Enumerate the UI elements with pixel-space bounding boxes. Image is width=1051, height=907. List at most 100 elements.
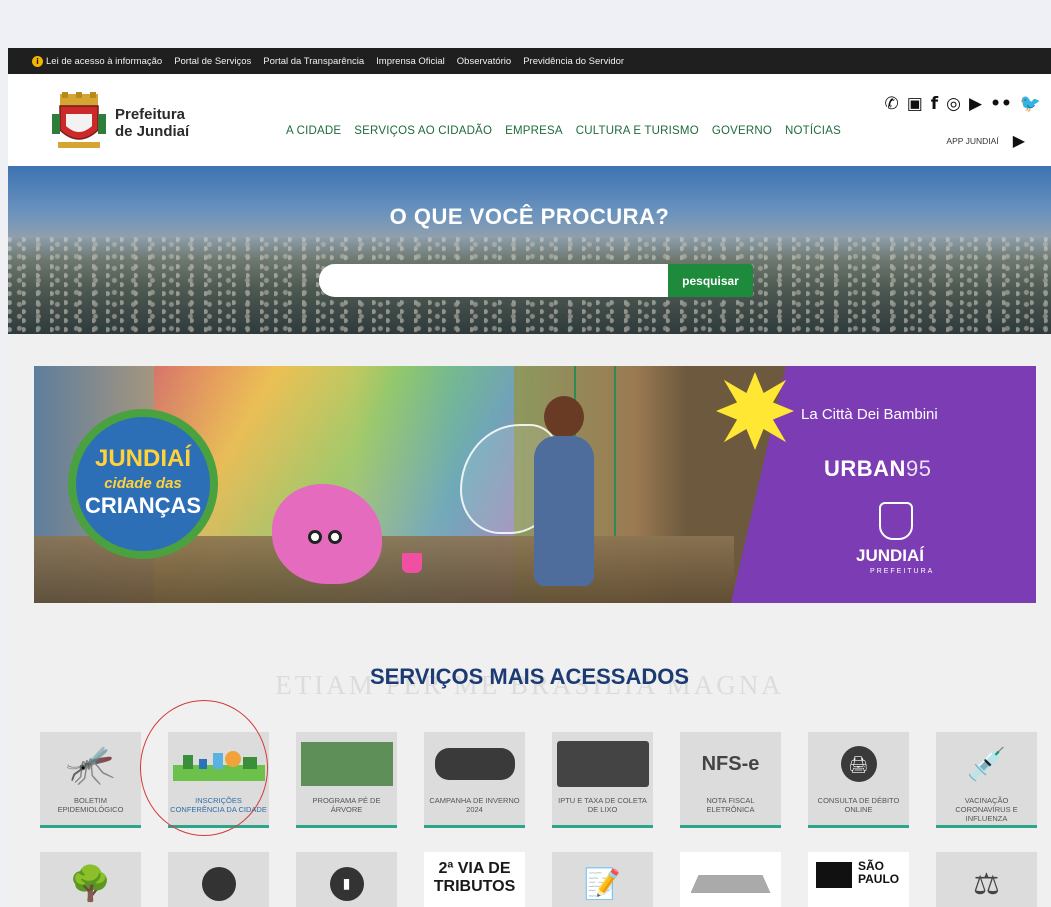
brand-line-1: Prefeitura [115, 106, 186, 123]
google-play-icon[interactable]: ▶ [1013, 131, 1025, 150]
tree-icon: 🌳 [69, 864, 112, 904]
sp-line-2: PAULO [858, 872, 900, 886]
nav-cultura-turismo[interactable]: CULTURA E TURISMO [576, 125, 699, 137]
social-links: ✆ ▣ f ◎ ▶ •• 🐦 [884, 94, 1041, 114]
prefeitura-logo-text: PREFEITURA [870, 568, 935, 575]
service-card-2via-tributos[interactable]: 2ª VIA DE TRIBUTOS [424, 852, 525, 907]
service-card-vacinacao[interactable]: 💉 VACINAÇÃO CORONAVÍRUS E INFLUENZA [936, 732, 1037, 828]
jundiai-crest-icon [879, 502, 913, 540]
globe-criancas: CRIANÇAS [84, 493, 202, 518]
jundiai-logo-text: JUNDIAÍ [856, 546, 925, 565]
service-card-row2-8[interactable]: ⚖ [936, 852, 1037, 907]
service-card-boletim[interactable]: 🦟 BOLETIM EPIDEMIOLÓGICO [40, 732, 141, 828]
info-icon: i [32, 55, 43, 67]
pe-de-arvore-logo [296, 740, 397, 788]
site-header: Prefeitura de Jundiaí A CIDADE SERVIÇOS … [8, 74, 1051, 166]
service-card-pe-de-arvore[interactable]: PROGRAMA PÉ DE ÁRVORE [296, 732, 397, 828]
service-card-row2-3[interactable]: ▮ [296, 852, 397, 907]
service-label: IPTU E TAXA DE COLETA DE LIXO [558, 796, 647, 814]
map-icon [168, 860, 269, 907]
nav-empresa[interactable]: EMPRESA [505, 125, 563, 137]
child-on-swing-photo [520, 396, 608, 592]
vehicle-illustration-icon [680, 860, 781, 907]
promo-banner[interactable]: JUNDIAÍ cidade das CRIANÇAS La Città Dei… [34, 366, 1036, 603]
tributos-line-2: TRIBUTOS [433, 878, 516, 895]
service-label: CONSULTA DE DÉBITO ONLINE [817, 796, 900, 814]
youtube-icon[interactable]: ▶ [969, 94, 982, 114]
card-accent-bar [296, 825, 397, 828]
utility-bar: i Lei de acesso à informação Portal de S… [8, 48, 1051, 74]
twitter-icon[interactable]: 🐦 [1020, 94, 1041, 114]
mosquito-icon: 🦟 [65, 741, 116, 788]
service-card-sao-paulo[interactable]: SÃO PAULO [808, 852, 909, 907]
link-portal-servicos[interactable]: Portal de Serviços [174, 56, 251, 67]
service-card-inverno[interactable]: CAMPANHA DE INVERNO 2024 [424, 732, 525, 828]
child-body [534, 436, 594, 586]
service-card-row2-5[interactable]: 📝 [552, 852, 653, 907]
service-card-row2-1[interactable]: 🌳 [40, 852, 141, 907]
sun-character-illustration [716, 372, 794, 450]
urban95-logo: URBAN95 [824, 456, 931, 482]
browser-top-strip [0, 0, 1051, 48]
service-card-iptu[interactable]: IPTU E TAXA DE COLETA DE LIXO [552, 732, 653, 828]
sp-logo-icon [816, 862, 852, 888]
urban-text: URBAN [824, 456, 906, 481]
service-card-row2-2[interactable] [168, 852, 269, 907]
whatsapp-icon[interactable]: ✆ [884, 94, 898, 114]
hero-title: O QUE VOCÊ PROCURA? [389, 204, 670, 229]
card-accent-bar [40, 825, 141, 828]
printer-icon: 🖨 [808, 740, 909, 788]
main-nav: A CIDADE SERVIÇOS AO CIDADÃO EMPRESA CUL… [286, 125, 854, 137]
hero-search-section: O QUE VOCÊ PROCURA? pesquisar [8, 166, 1051, 334]
campanha-inverno-logo [424, 740, 525, 788]
service-card-nfse[interactable]: NFS-e NOTA FISCAL ELETRÔNICA [680, 732, 781, 828]
urban-number: 95 [905, 456, 932, 481]
bucket-illustration [402, 553, 422, 573]
cidade-das-criancas-logo: JUNDIAÍ cidade das CRIANÇAS [68, 409, 218, 559]
la-citta-dei-bambini-logo: La Città Dei Bambini [801, 406, 938, 423]
link-lei-acesso[interactable]: Lei de acesso à informação [46, 56, 162, 67]
character-eye [328, 530, 342, 544]
nfse-icon: NFS-e [701, 752, 760, 775]
card-accent-bar [936, 825, 1037, 828]
document-edit-icon: 📝 [583, 866, 622, 902]
link-imprensa-oficial[interactable]: Imprensa Oficial [376, 56, 445, 67]
globe-title: JUNDIAÍ [94, 445, 191, 472]
jundiai-coat-of-arms-logo[interactable] [52, 92, 106, 150]
link-observatorio[interactable]: Observatório [457, 56, 511, 67]
service-label: VACINAÇÃO CORONAVÍRUS E INFLUENZA [955, 796, 1018, 823]
facebook-icon[interactable]: f [931, 94, 938, 114]
globe-subtitle: cidade das [104, 475, 182, 492]
linkedin-icon[interactable]: ▣ [907, 94, 923, 114]
child-head [544, 396, 584, 438]
service-label: PROGRAMA PÉ DE ÁRVORE [312, 796, 381, 814]
service-card-debito[interactable]: 🖨 CONSULTA DE DÉBITO ONLINE [808, 732, 909, 828]
app-label: APP JUNDIAÍ [946, 135, 999, 146]
search-input[interactable] [319, 264, 669, 297]
card-accent-bar [424, 825, 525, 828]
service-label: CAMPANHA DE INVERNO 2024 [429, 796, 520, 814]
vaccination-icon: 💉 [966, 745, 1007, 783]
service-label: NOTA FISCAL ELETRÔNICA [706, 796, 755, 814]
card-accent-bar [808, 825, 909, 828]
flickr-icon[interactable]: •• [990, 94, 1012, 114]
search-button[interactable]: pesquisar [668, 264, 753, 297]
app-download: APP JUNDIAÍ ▶ [946, 131, 1025, 150]
nav-noticias[interactable]: NOTÍCIAS [785, 125, 841, 137]
growth-chart-icon: ▮ [296, 860, 397, 907]
link-previdencia[interactable]: Previdência do Servidor [523, 56, 624, 67]
card-accent-bar [680, 825, 781, 828]
service-label: BOLETIM EPIDEMIOLÓGICO [57, 796, 124, 814]
card-accent-bar [552, 825, 653, 828]
swing-rope [614, 366, 616, 536]
service-card-row2-6[interactable] [680, 852, 781, 907]
gavel-icon: ⚖ [973, 866, 1000, 902]
instagram-icon[interactable]: ◎ [946, 94, 961, 114]
nav-governo[interactable]: GOVERNO [712, 125, 772, 137]
nav-a-cidade[interactable]: A CIDADE [286, 125, 341, 137]
brand-name[interactable]: Prefeitura de Jundiaí [115, 106, 189, 140]
red-highlight-circle [140, 700, 268, 836]
nav-servicos-cidadao[interactable]: SERVIÇOS AO CIDADÃO [354, 125, 492, 137]
iptu-card-icon [552, 740, 653, 788]
link-portal-transparencia[interactable]: Portal da Transparência [263, 56, 364, 67]
